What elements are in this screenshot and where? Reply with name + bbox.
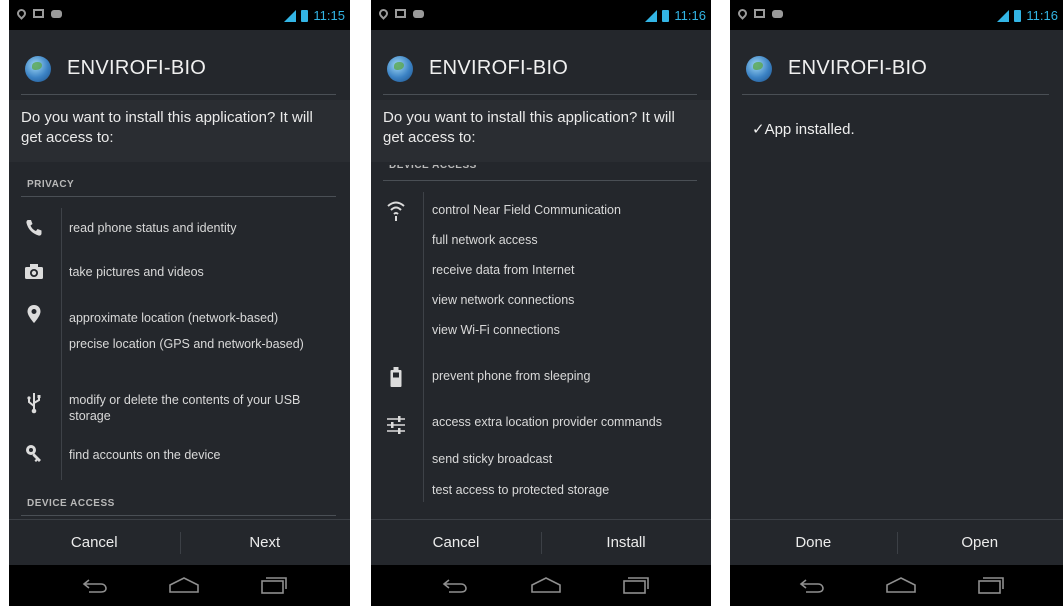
image-notification-icon [395,9,406,18]
usb-icon [23,392,45,414]
cell-signal-icon [284,9,297,22]
android-notification-icon [772,9,783,18]
divider [383,94,697,95]
recent-apps-icon[interactable] [247,565,297,606]
divider [21,196,336,197]
section-header-device-access: DEVICE ACCESS [27,498,115,509]
status-bar: 11:16 [371,0,711,30]
app-title: ENVIROFI-BIO [788,57,928,79]
wifi-signal-icon [15,7,28,20]
open-button[interactable]: Open [897,520,1063,566]
divider [742,94,1049,95]
battery-status-icon [1014,9,1022,22]
permission-item[interactable]: control Near Field Communication [432,202,702,218]
wifi-signal-icon [736,7,749,20]
status-clock: 11:16 [1026,8,1058,23]
install-button[interactable]: Install [541,520,711,566]
globe-icon [746,56,772,82]
globe-icon [387,56,413,82]
permission-item[interactable]: test access to protected storage [432,482,702,498]
permission-item[interactable]: read phone status and identity [69,220,329,236]
divider [423,192,424,502]
wifi-icon [385,200,407,222]
permission-item[interactable]: full network access [432,232,702,248]
install-screen-permissions-device: 11:16 ENVIROFI-BIO Do you want to instal… [371,0,711,606]
android-notification-icon [51,9,62,18]
permission-item[interactable]: approximate location (network-based) [69,310,337,326]
cell-signal-icon [997,9,1010,22]
navigation-bar [9,565,350,606]
divider [21,515,336,516]
recent-apps-icon[interactable] [964,565,1014,606]
install-screen-permissions-privacy: 11:15 ENVIROFI-BIO Do you want to instal… [9,0,350,606]
install-prompt: Do you want to install this application?… [21,109,313,146]
status-clock: 11:16 [674,8,706,23]
permission-item[interactable]: access extra location provider commands [432,414,672,430]
done-button[interactable]: Done [730,520,897,566]
image-notification-icon [33,9,44,18]
battery-status-icon [301,9,309,22]
recent-apps-icon[interactable] [609,565,659,606]
back-icon[interactable] [429,565,479,606]
image-notification-icon [754,9,765,18]
divider [61,208,62,480]
permission-item[interactable]: send sticky broadcast [432,451,702,467]
permission-item[interactable]: view Wi-Fi connections [432,322,702,338]
button-bar: Cancel Next [9,519,350,566]
install-prompt: Do you want to install this application?… [383,109,675,146]
app-header: ENVIROFI-BIO [371,42,711,98]
navigation-bar [371,565,711,606]
divider [383,180,697,181]
cell-signal-icon [645,9,658,22]
permission-item[interactable]: precise location (GPS and network-based) [69,336,309,352]
section-header-privacy: PRIVACY [27,179,75,190]
phone-icon [23,218,45,240]
key-icon [23,443,45,465]
location-pin-icon [23,304,45,326]
install-success-message: ✓App installed. [752,121,855,138]
status-bar: 11:16 [730,0,1063,30]
navigation-bar [730,565,1063,606]
permission-item[interactable]: receive data from Internet [432,262,702,278]
globe-icon [25,56,51,82]
settings-sliders-icon [385,414,407,436]
button-bar: Done Open [730,519,1063,566]
permission-item[interactable]: prevent phone from sleeping [432,368,702,384]
install-complete-screen: 11:16 ENVIROFI-BIO ✓App installed. Done … [730,0,1063,606]
back-icon[interactable] [786,565,836,606]
cancel-button[interactable]: Cancel [371,520,541,566]
permission-item[interactable]: view network connections [432,292,702,308]
back-icon[interactable] [69,565,119,606]
permission-item[interactable]: find accounts on the device [69,447,329,463]
divider [21,94,336,95]
battery-icon [385,366,407,388]
wifi-signal-icon [377,7,390,20]
home-icon[interactable] [517,565,567,606]
battery-status-icon [662,9,670,22]
button-bar: Cancel Install [371,519,711,566]
home-icon[interactable] [872,565,922,606]
cancel-button[interactable]: Cancel [9,520,180,566]
next-button[interactable]: Next [180,520,351,566]
camera-icon [23,262,45,284]
permission-item[interactable]: modify or delete the contents of your US… [69,392,331,424]
home-icon[interactable] [155,565,205,606]
android-notification-icon [413,9,424,18]
app-header: ENVIROFI-BIO [9,42,350,98]
status-bar: 11:15 [9,0,350,30]
app-title: ENVIROFI-BIO [67,57,207,79]
app-title: ENVIROFI-BIO [429,57,569,79]
app-header: ENVIROFI-BIO [730,42,1063,98]
permission-item[interactable]: take pictures and videos [69,264,329,280]
status-clock: 11:15 [313,8,345,23]
